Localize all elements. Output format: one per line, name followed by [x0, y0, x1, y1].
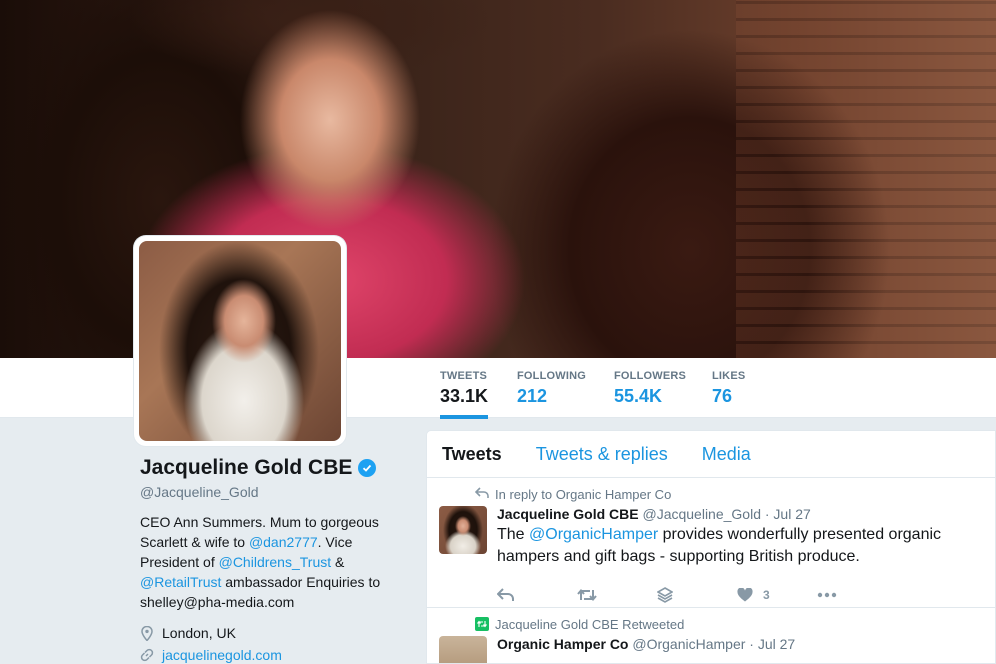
bio-text: &	[331, 554, 345, 570]
mention-link[interactable]: @RetailTrust	[140, 574, 221, 590]
tweet-avatar[interactable]	[439, 636, 487, 663]
location-text: London, UK	[162, 625, 236, 641]
tab-tweets-replies[interactable]: Tweets & replies	[536, 444, 668, 465]
tweet-context-text[interactable]: In reply to Organic Hamper Co	[495, 487, 671, 502]
retweet-small-icon	[475, 617, 489, 631]
stat-tweets-label: TWEETS	[440, 370, 488, 382]
location-row: London, UK	[140, 622, 410, 644]
link-icon	[140, 647, 154, 663]
tab-media[interactable]: Media	[702, 444, 751, 465]
verified-badge-icon	[358, 459, 377, 477]
tweet-header: Jacqueline Gold CBE @Jacqueline_Gold · J…	[497, 506, 983, 522]
tweet-item[interactable]: Jacqueline Gold CBE Retweeted Organic Ha…	[427, 608, 995, 663]
tweet-author-name[interactable]: Jacqueline Gold CBE	[497, 506, 639, 522]
stat-followers[interactable]: FOLLOWERS 55.4K	[614, 370, 686, 407]
mention-link[interactable]: @Childrens_Trust	[219, 554, 332, 570]
stat-following-value: 212	[517, 386, 548, 406]
stat-followers-value: 55.4K	[614, 386, 663, 406]
layers-icon	[657, 587, 673, 603]
profile-handle[interactable]: @Jacqueline_Gold	[140, 484, 410, 500]
more-dots-icon	[817, 592, 837, 598]
tweet-context-text[interactable]: Jacqueline Gold CBE Retweeted	[495, 617, 684, 632]
stack-button[interactable]	[657, 587, 737, 603]
website-row: jacquelinegold.com	[140, 644, 410, 664]
stat-tweets[interactable]: TWEETS 33.1K	[440, 370, 489, 419]
reply-icon	[497, 588, 514, 601]
tweet-actions: 3	[497, 580, 983, 610]
tweet-text-part: The	[497, 526, 530, 543]
stat-followers-label: FOLLOWERS	[614, 370, 687, 382]
tweet-item[interactable]: In reply to Organic Hamper Co Jacqueline…	[427, 478, 995, 608]
mention-link[interactable]: @OrganicHamper	[529, 526, 658, 543]
stat-tweets-value: 33.1K	[440, 386, 489, 406]
retweet-button[interactable]	[577, 588, 657, 602]
profile-card: Jacqueline Gold CBE @Jacqueline_Gold CEO…	[140, 456, 410, 664]
tweet-avatar[interactable]	[439, 506, 487, 554]
reply-button[interactable]	[497, 588, 577, 602]
tweet-header: Organic Hamper Co @OrganicHamper · Jul 2…	[497, 636, 983, 652]
tweet-context: In reply to Organic Hamper Co	[474, 486, 983, 502]
profile-bio: CEO Ann Summers. Mum to gorgeous Scarlet…	[140, 512, 410, 612]
timeline: Tweets Tweets & replies Media In reply t…	[426, 430, 996, 664]
website-link[interactable]: jacquelinegold.com	[162, 644, 282, 664]
stat-likes[interactable]: LIKES 76	[712, 370, 745, 407]
location-pin-icon	[140, 625, 154, 641]
like-button[interactable]: 3	[737, 588, 817, 602]
profile-meta: London, UK jacquelinegold.com	[140, 622, 410, 664]
tweet-handle-date[interactable]: @Jacqueline_Gold · Jul 27	[642, 506, 810, 522]
like-count: 3	[763, 588, 770, 602]
avatar-image	[139, 241, 341, 441]
tab-tweets[interactable]: Tweets	[442, 444, 502, 465]
stat-likes-label: LIKES	[712, 370, 746, 382]
stat-likes-value: 76	[712, 386, 733, 406]
tweet-context: Jacqueline Gold CBE Retweeted	[475, 616, 983, 632]
profile-name-row: Jacqueline Gold CBE	[140, 456, 410, 480]
mention-link[interactable]: @dan2777	[249, 534, 318, 550]
stat-following[interactable]: FOLLOWING 212	[517, 370, 586, 407]
reply-arrow-icon	[474, 486, 489, 502]
tweet-text: The @OrganicHamper provides wonderfully …	[497, 524, 983, 568]
tweet-handle-date[interactable]: @OrganicHamper · Jul 27	[632, 636, 795, 652]
heart-icon	[737, 588, 753, 602]
stat-following-label: FOLLOWING	[517, 370, 587, 382]
retweet-icon	[577, 588, 597, 602]
timeline-tabs: Tweets Tweets & replies Media	[427, 431, 995, 478]
more-button[interactable]	[817, 592, 897, 598]
profile-name[interactable]: Jacqueline Gold CBE	[140, 456, 352, 480]
tweet-author-name[interactable]: Organic Hamper Co	[497, 636, 628, 652]
profile-avatar[interactable]	[134, 236, 346, 446]
